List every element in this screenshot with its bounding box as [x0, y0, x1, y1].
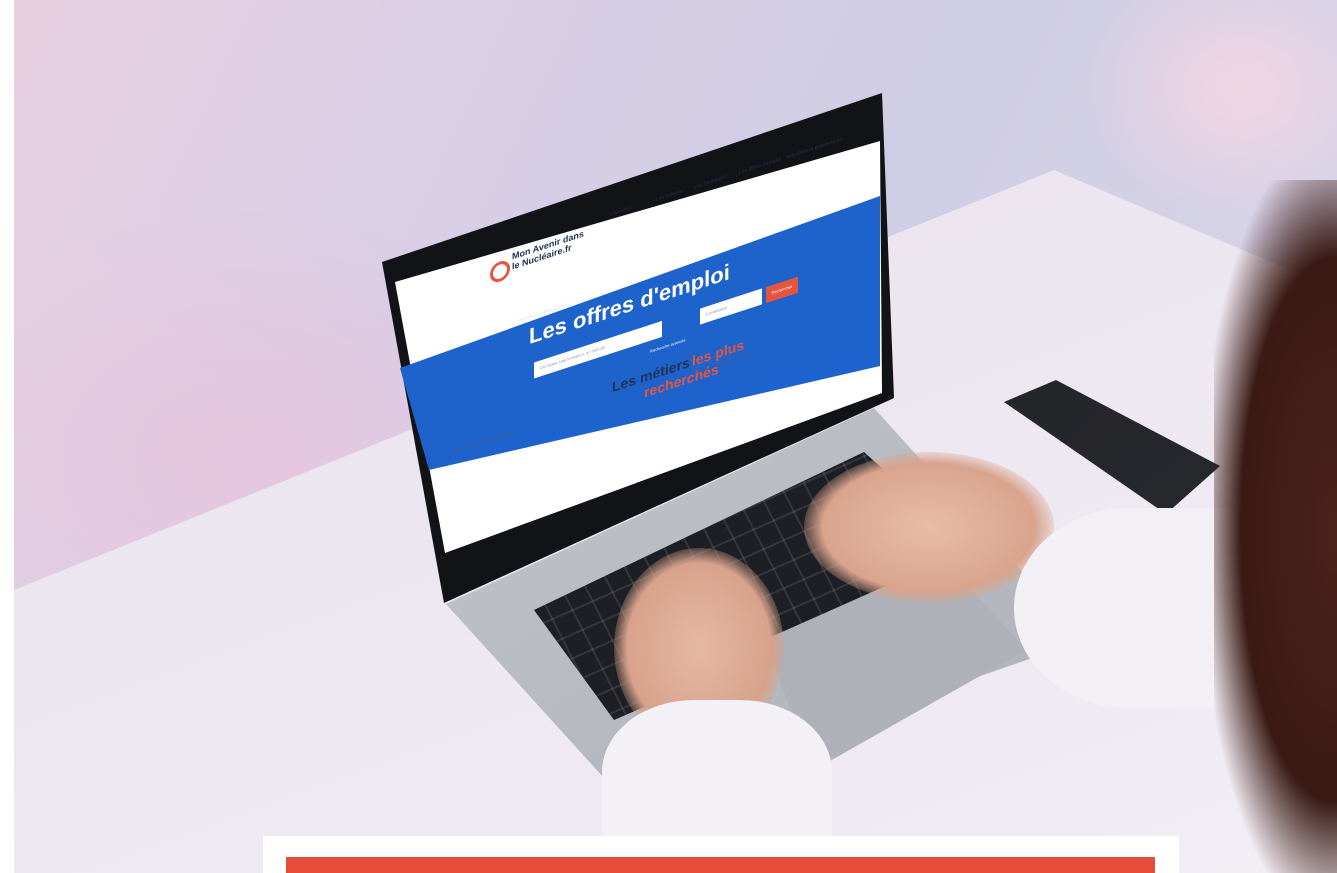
- bottom-banner: [263, 836, 1179, 873]
- hair: [1214, 180, 1337, 873]
- site-logo-icon: [490, 258, 510, 285]
- nav-item-decouvrir: Découvrir: [610, 204, 632, 218]
- advanced-search-link: Recherche avancée: [650, 337, 686, 354]
- location-input: Localisation: [700, 288, 762, 325]
- nav-item-offres: Les offres d'emploi: [739, 156, 781, 176]
- search-button: Rechercher: [766, 276, 798, 304]
- nav-item-actualites: Actualités et événements: [786, 136, 842, 161]
- photo-scene: Mon Avenir dans le Nucléaire.fr Découvri…: [14, 0, 1337, 873]
- right-sleeve: [1014, 508, 1244, 708]
- nav-item-metiers: Les métiers: [656, 188, 682, 203]
- nav-item-formations: Les formations: [694, 173, 727, 191]
- accent-bar: [286, 857, 1155, 873]
- right-hand: [804, 452, 1054, 602]
